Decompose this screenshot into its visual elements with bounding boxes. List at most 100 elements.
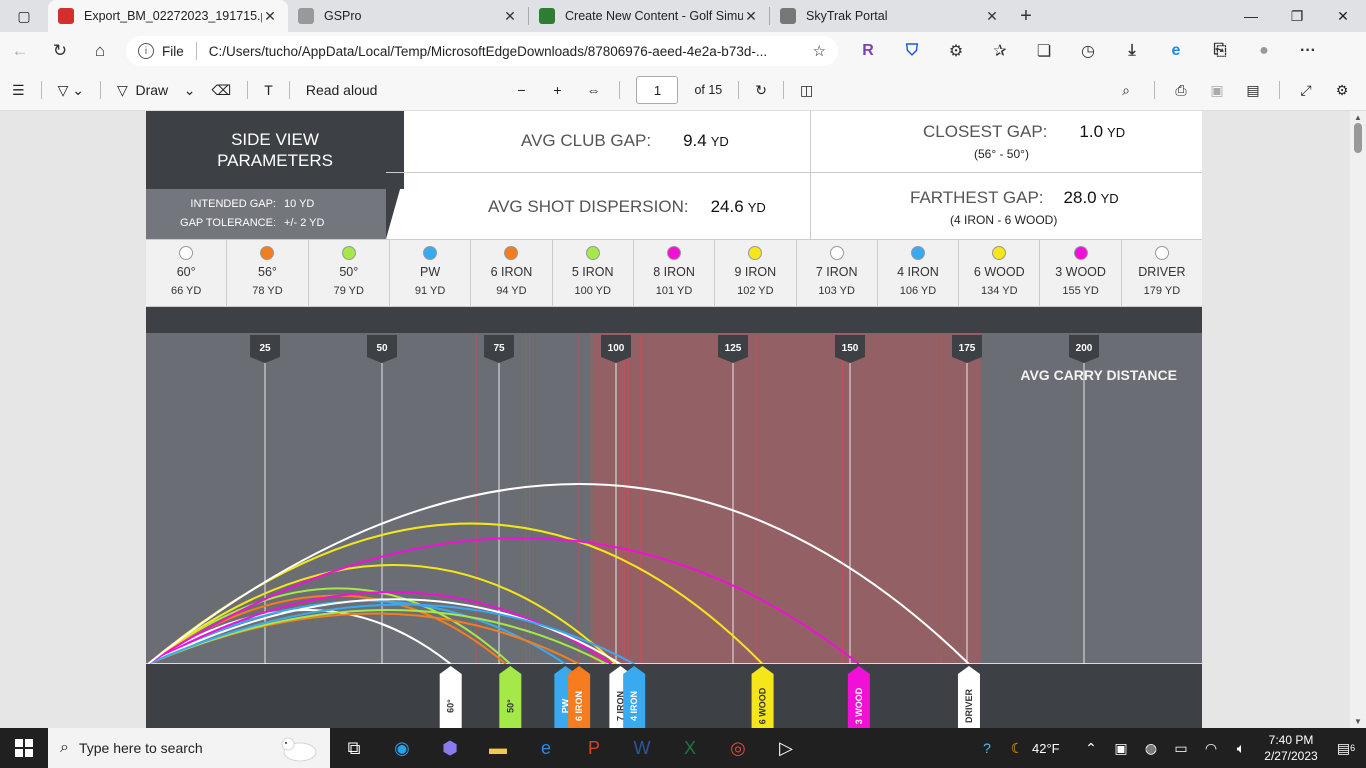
fullscreen-icon[interactable]: ⤢ [1288,75,1324,105]
edge-bar-icon[interactable]: e [1154,35,1198,67]
gap-tolerance-value: +/- 2 YD [284,217,325,229]
battery-icon[interactable]: ▭ [1166,740,1196,757]
share-icon[interactable]: ⎘ [1198,35,1242,67]
scroll-up-icon[interactable]: ▲ [1354,113,1362,122]
add-favorite-icon[interactable]: ☆ [813,42,826,60]
club-color-dot [504,246,519,260]
title-line-1: SIDE VIEW [231,130,319,149]
tab-actions-menu-icon[interactable]: ▢ [0,0,48,32]
show-hidden-icons[interactable]: ⌃ [1076,740,1106,757]
toolbar-separator [40,81,42,99]
print-icon[interactable]: ⎙ [1163,75,1199,105]
word-icon[interactable]: W [618,728,666,768]
tab-close-icon[interactable]: ✕ [984,8,1000,25]
add-text-icon[interactable]: T [256,75,281,105]
notifications-icon[interactable]: ▤ 6 [1326,740,1366,757]
fit-to-page-icon[interactable]: ⇔ [575,75,611,105]
address-bar[interactable]: i File C:/Users/tucho/AppData/Local/Temp… [126,36,838,66]
vertical-scrollbar[interactable]: ▲ ▼ [1350,111,1366,728]
club-column: 7 IRON 103 YD [797,240,878,306]
browser-tab[interactable]: GSPro ✕ [288,0,528,32]
url-text[interactable]: C:/Users/tucho/AppData/Local/Temp/Micros… [209,44,813,59]
distance-tick-label: 150 [842,343,859,354]
toolbar-separator [247,81,249,99]
task-view-icon[interactable]: ⧉ [330,728,378,768]
excel-icon[interactable]: X [666,728,714,768]
trajectory-line [147,594,507,665]
edge-app-icon[interactable]: ◉ [378,728,426,768]
tray-app-icon[interactable]: ◍ [1136,740,1166,757]
file-explorer-icon[interactable]: ▬ [474,728,522,768]
rotate-icon[interactable]: ↻ [747,75,775,105]
page-number-input[interactable]: 1 [636,76,679,104]
avg-club-gap-label: AVG CLUB GAP: [521,131,652,150]
scrollbar-thumb[interactable] [1354,123,1362,153]
browser-tab[interactable]: Create New Content - Golf Simulator✕ [529,0,769,32]
copilot-app-icon[interactable]: ⬢ [426,728,474,768]
volume-icon[interactable]: 🔈︎ [1226,740,1256,757]
save-as-icon[interactable]: ▤ [1235,75,1271,105]
pdf-viewport[interactable]: SIDE VIEW PARAMETERS INTENDED GAP: 10 YD … [0,111,1366,728]
help-icon[interactable]: ? [972,740,1002,756]
club-flag-label: 3 WOOD [854,687,864,724]
club-column: 9 IRON 102 YD [715,240,797,306]
system-tray: ? ☾ 42°F ⌃ ▣ ◍ ▭ ◠ 🔈︎ 7:40 PM 2/27/2023 … [972,728,1366,768]
collections-icon[interactable]: ❏ [1022,35,1066,67]
zoom-in-icon[interactable]: + [539,75,575,105]
scroll-down-icon[interactable]: ▼ [1354,717,1362,726]
history-icon[interactable]: ◷ [1066,35,1110,67]
tab-close-icon[interactable]: ✕ [262,8,278,25]
profile-avatar-icon[interactable]: ● [1242,35,1286,67]
favorites-icon[interactable]: ✰ [978,35,1022,67]
internet-explorer-icon[interactable]: e [522,728,570,768]
new-tab-button[interactable]: + [1010,0,1042,32]
wifi-icon[interactable]: ◠ [1196,740,1226,757]
table-of-contents-icon[interactable]: ☰ [4,75,33,105]
club-list: 60° 66 YD 56° 78 YD 50° 79 YD PW 91 YD 6 IRON 94 … [146,239,1202,307]
distance-tick-label: 100 [608,343,625,354]
close-window-icon[interactable]: ✕ [1320,0,1366,32]
taskbar-search[interactable]: ⌕ Type here to search [48,728,330,768]
tab-close-icon[interactable]: ✕ [502,8,518,25]
clock[interactable]: 7:40 PM 2/27/2023 [1256,732,1326,764]
read-aloud-button[interactable]: Read aloud [298,75,386,105]
club-name: 9 IRON [734,265,777,279]
more-menu-icon[interactable]: ··· [1286,35,1330,67]
minimize-icon[interactable]: — [1228,0,1274,32]
find-icon[interactable]: ⌕ [1106,75,1146,105]
chrome-icon[interactable]: ◎ [714,728,762,768]
search-placeholder: Type here to search [78,740,203,756]
weather-moon-icon[interactable]: ☾ [1002,740,1032,757]
powerpoint-icon[interactable]: P [570,728,618,768]
back-button[interactable]: ← [0,35,40,67]
info-icon[interactable]: i [138,43,154,59]
toolbar-separator [1279,81,1280,99]
club-name: 50° [339,265,359,279]
club-carry: 179 YD [1143,285,1181,297]
tab-close-icon[interactable]: ✕ [743,8,759,25]
media-player-icon[interactable]: ▷ [762,728,810,768]
browser-tab[interactable]: SkyTrak Portal ✕ [770,0,1010,32]
eraser-icon[interactable]: ⌫ [203,75,239,105]
start-button[interactable] [0,728,48,768]
extension-r-icon[interactable]: R [846,35,890,67]
club-column: 56° 78 YD [227,240,309,306]
browser-tab[interactable]: Export_BM_02272023_191715.pdf ✕ [48,0,288,32]
restore-icon[interactable]: ❐ [1274,0,1320,32]
zoom-out-icon[interactable]: − [503,75,539,105]
weather-temp[interactable]: 42°F [1032,741,1076,756]
highlight-icon[interactable]: ▽ ⌄ [50,75,92,105]
page-view-icon[interactable]: ◫ [792,75,821,105]
home-button[interactable]: ⌂ [80,35,120,67]
refresh-button[interactable]: ↻ [40,35,80,67]
draw-button[interactable]: ▽ Draw ⌄ [109,75,204,105]
st-icon [780,8,796,24]
club-column: PW 91 YD [390,240,472,306]
avg-club-gap-value: 9.4 [683,131,707,150]
save-icon[interactable]: ▣ [1199,75,1235,105]
extensions-icon[interactable]: ⚙ [934,35,978,67]
bitwarden-icon[interactable]: ⛉ [890,35,934,67]
settings-icon[interactable]: ⚙ [1324,75,1360,105]
downloads-icon[interactable]: ⤓ [1110,35,1154,67]
tray-app-icon[interactable]: ▣ [1106,740,1136,757]
